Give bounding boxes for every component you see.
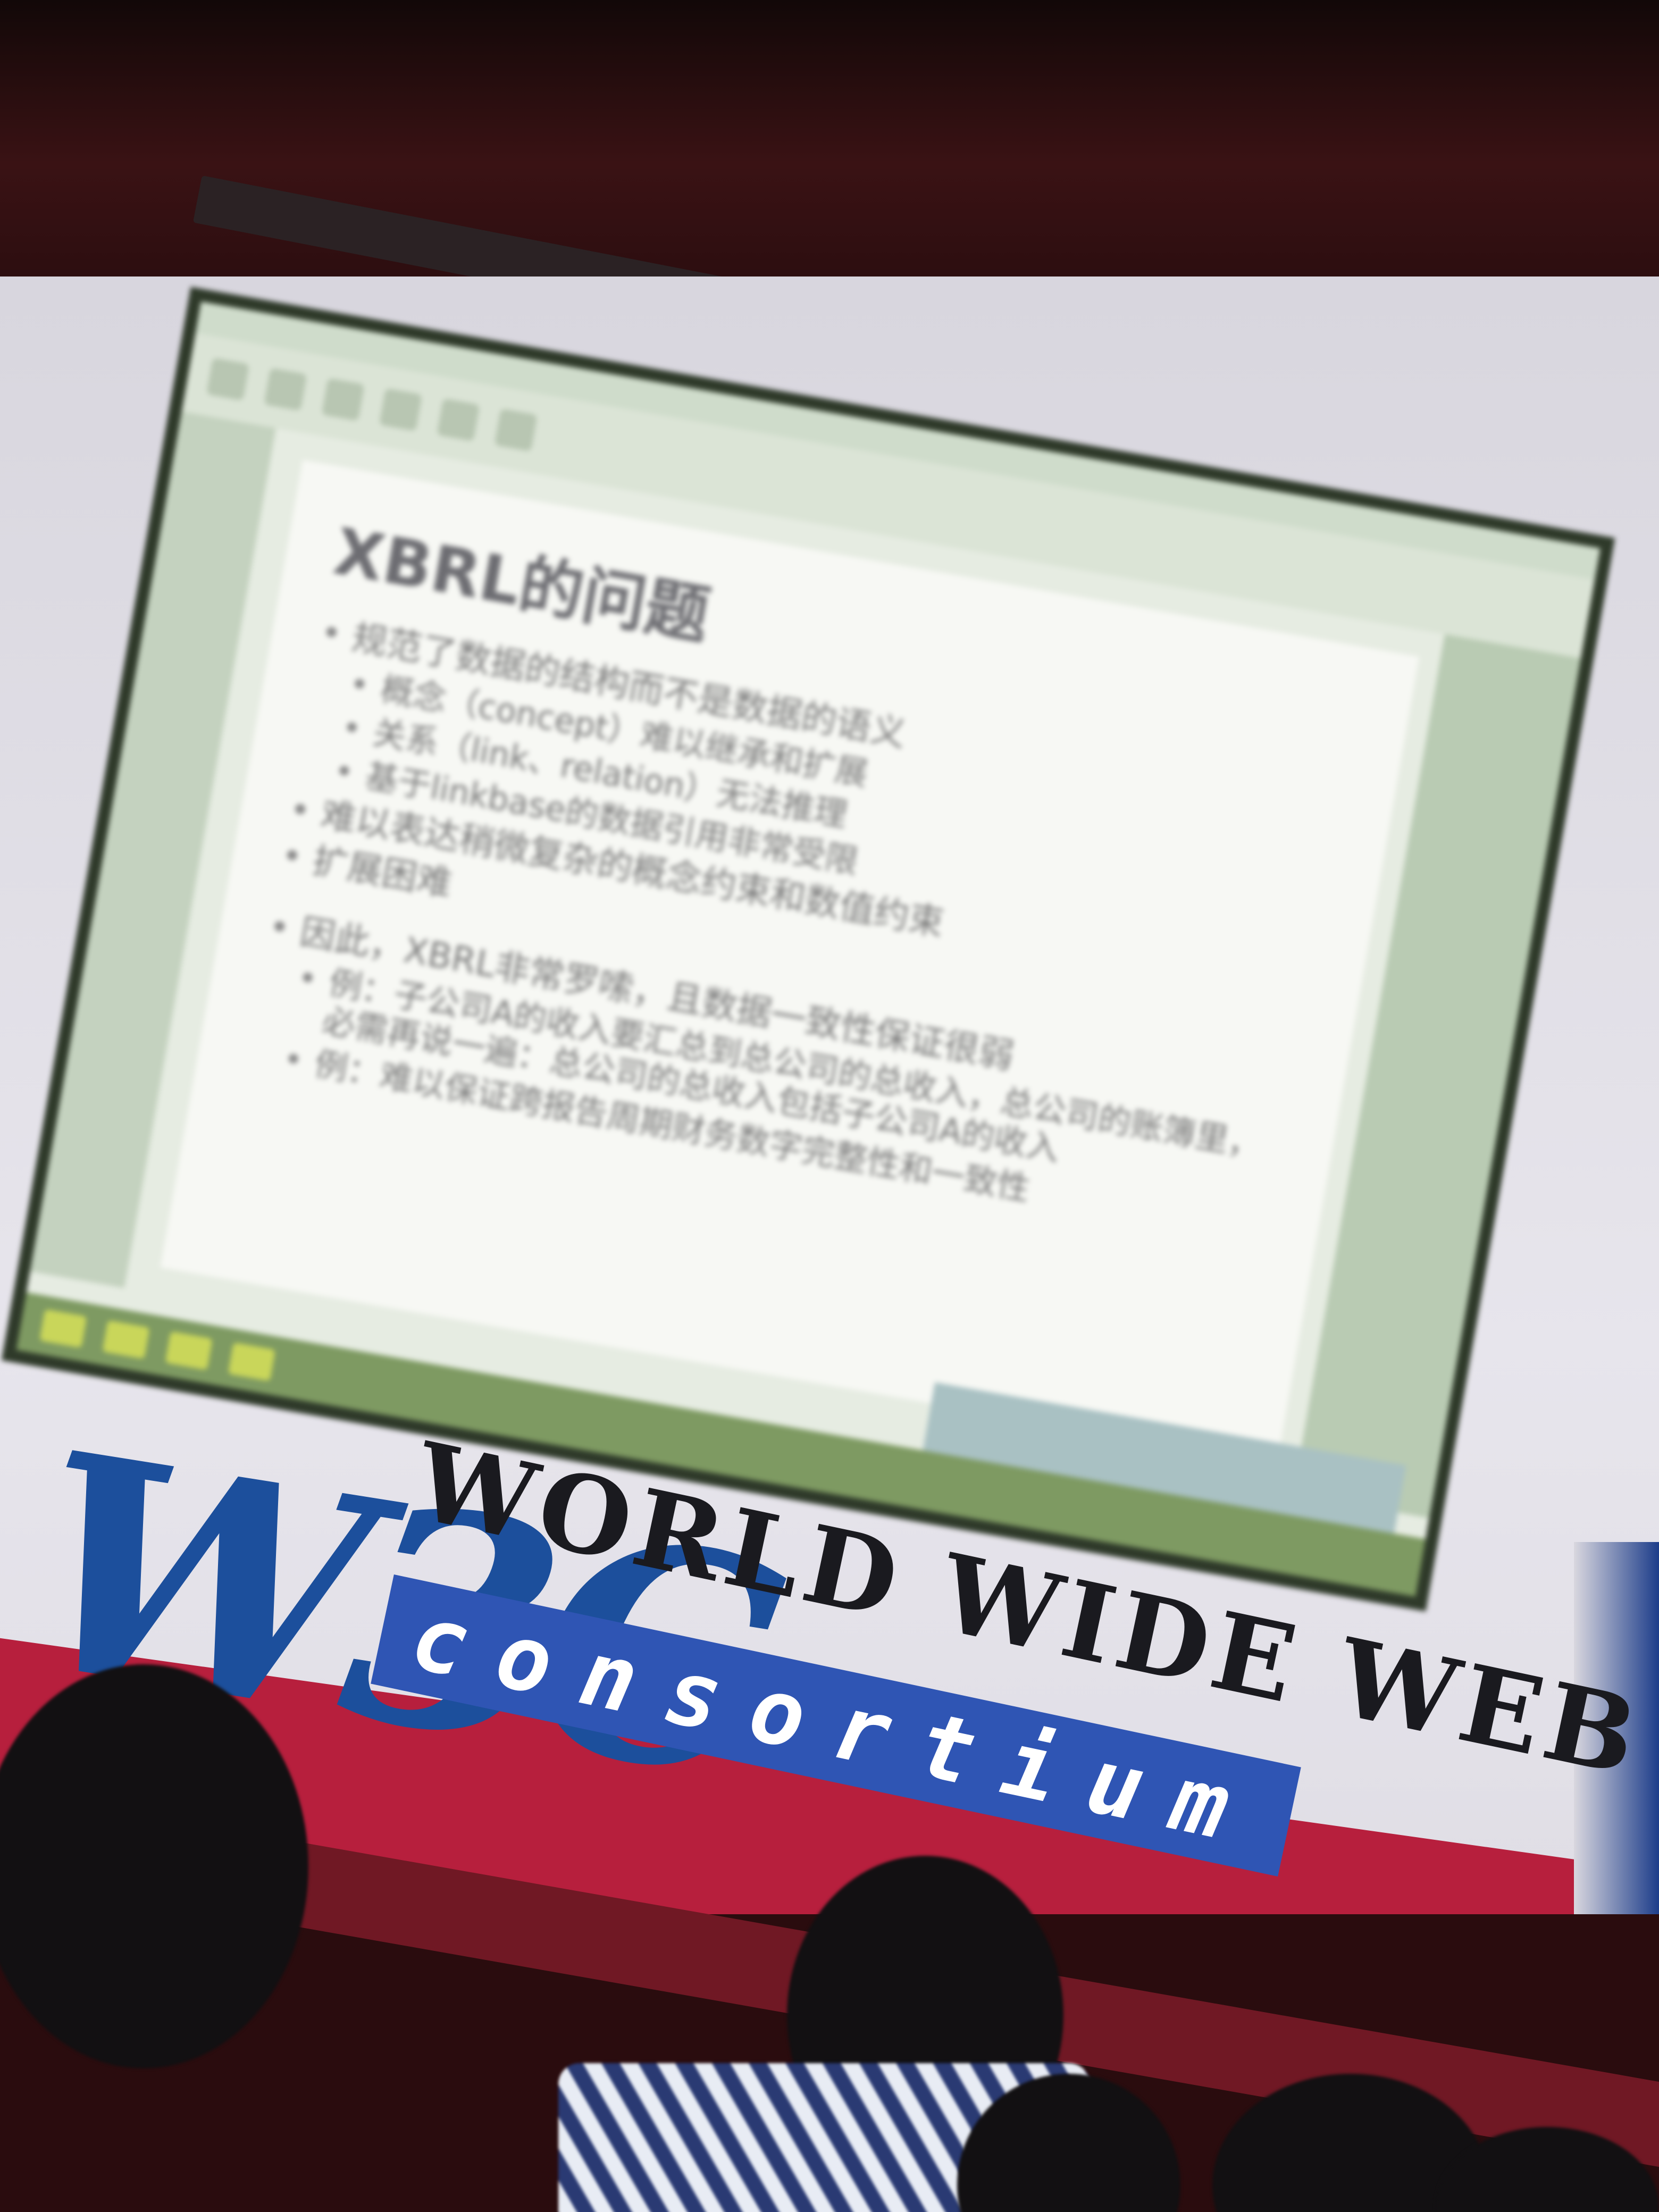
toolbar-button[interactable] xyxy=(437,398,480,442)
taskbar-app-icon[interactable] xyxy=(228,1342,275,1381)
photo-scene: W3C WORLD WIDE WEB consortium XBRL的问题 xyxy=(0,0,1659,2212)
slide-canvas: XBRL的问题 规范了数据的结构而不是数据的语义 概念（concept）难以继承… xyxy=(160,459,1419,1464)
toolbar-button[interactable] xyxy=(264,367,307,411)
taskbar-app-icon[interactable] xyxy=(165,1331,213,1370)
presentation-window: XBRL的问题 规范了数据的结构而不是数据的语义 概念（concept）难以继承… xyxy=(16,301,1601,1597)
toolbar-button[interactable] xyxy=(321,378,365,421)
taskbar-app-icon[interactable] xyxy=(102,1320,150,1359)
audience-head xyxy=(0,1664,308,2068)
toolbar-button[interactable] xyxy=(206,357,250,401)
toolbar-button[interactable] xyxy=(494,408,538,452)
audience xyxy=(0,1595,1659,2212)
ceiling xyxy=(0,0,1659,298)
toolbar-button[interactable] xyxy=(379,388,423,432)
taskbar-app-icon[interactable] xyxy=(39,1309,87,1348)
